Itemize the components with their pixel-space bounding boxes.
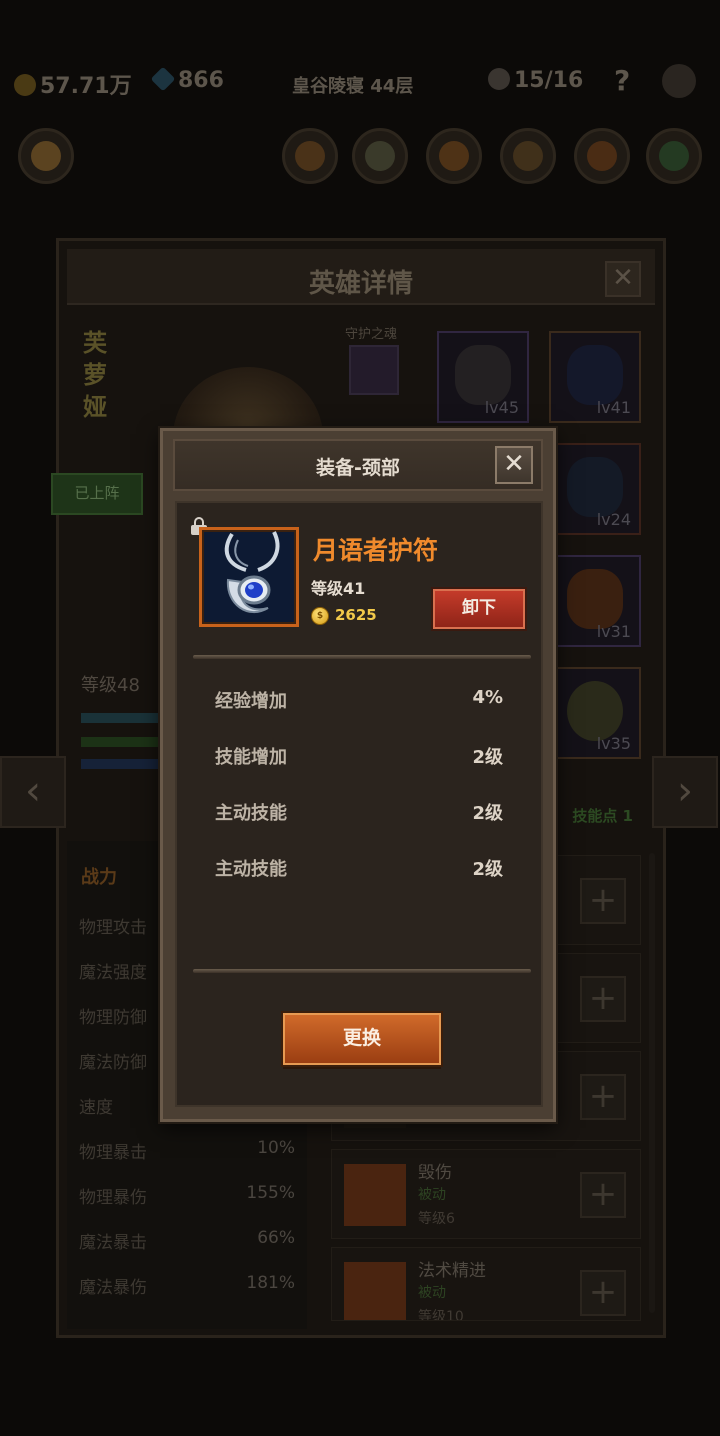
skill-level: 等级6 — [418, 1211, 455, 1227]
skills-scrollbar[interactable] — [649, 853, 655, 1313]
settings-icon[interactable] — [662, 64, 700, 101]
equip-level: lv45 — [484, 398, 519, 417]
dialog-close-button[interactable]: ✕ — [495, 446, 533, 484]
mana-bar — [81, 759, 161, 769]
hero-slot[interactable] — [646, 128, 702, 184]
item-level: 等级41 — [311, 579, 366, 598]
hero-level: 等级48 — [81, 675, 140, 696]
hero-detail-title: 英雄详情 — [308, 269, 413, 299]
hero-detail-close-button[interactable]: ✕ — [605, 261, 641, 297]
guardian-soul-icon[interactable] — [349, 345, 399, 395]
helmet-icon — [455, 345, 511, 405]
stat-row: 物理暴击 10% — [79, 1138, 295, 1163]
ring-icon — [567, 569, 623, 629]
hp-bar — [81, 713, 161, 723]
hero-slot[interactable] — [18, 128, 74, 184]
xp-bar — [81, 737, 161, 747]
stat-row: 物理暴伤 155% — [79, 1183, 295, 1208]
destruction-skill-icon — [344, 1164, 406, 1226]
hero-portrait-row — [0, 128, 720, 198]
hero-slot[interactable] — [426, 128, 482, 184]
skill-points-label: 技能点 1 — [572, 807, 633, 825]
stat-row: 魔法暴击 66% — [79, 1228, 295, 1253]
gem-icon — [150, 66, 176, 92]
attribute-value: 2级 — [472, 859, 503, 880]
equipment-neck-dialog: 装备-颈部 ✕ 月语者护符 等级41 $ 2625 卸下 经验增加 4% 技能增… — [160, 428, 556, 1122]
attribute-label: 技能增加 — [215, 747, 287, 768]
combat-power-label: 战力 — [81, 867, 117, 888]
equip-level: lv35 — [596, 734, 631, 753]
deployed-badge: 已上阵 — [51, 473, 143, 515]
spell-mastery-skill-icon — [344, 1262, 406, 1320]
hero-slot[interactable] — [574, 128, 630, 184]
unequip-button[interactable]: 卸下 — [433, 589, 525, 629]
skill-type: 被动 — [418, 1187, 446, 1203]
equip-slot-body[interactable]: lv24 — [549, 443, 641, 535]
dungeon-floor-label: 皇谷陵寝 44层 — [292, 76, 414, 97]
hero-slot[interactable] — [282, 128, 338, 184]
attribute-row: 主动技能 2级 — [215, 799, 503, 827]
equip-slot-ring[interactable]: lv31 — [549, 555, 641, 647]
stat-row: 魔法暴伤 181% — [79, 1273, 295, 1298]
skill-upgrade-button[interactable]: + — [580, 1172, 626, 1218]
equip-level: lv41 — [596, 398, 631, 417]
skill-upgrade-button[interactable]: + — [580, 1074, 626, 1120]
help-button[interactable]: ? — [614, 64, 630, 97]
moon-amulet-icon — [199, 527, 299, 627]
skill-upgrade-button[interactable]: + — [580, 1270, 626, 1316]
dialog-title: 装备-颈部 — [316, 457, 400, 479]
divider — [193, 969, 531, 973]
guardian-soul-label: 守护之魂 — [345, 327, 398, 342]
equip-level: lv31 — [596, 622, 631, 641]
skill-name: 毁伤 — [418, 1163, 452, 1183]
gold-coin-icon — [14, 74, 36, 96]
attribute-value: 2级 — [472, 747, 503, 768]
attribute-row: 技能增加 2级 — [215, 743, 503, 771]
dialog-body: 月语者护符 等级41 $ 2625 卸下 经验增加 4% 技能增加 2级 主动技… — [175, 501, 543, 1107]
equip-level: lv24 — [596, 510, 631, 529]
skill-level: 等级10 — [418, 1309, 464, 1321]
item-sell-price: 2625 — [335, 606, 377, 624]
skill-row[interactable]: 毁伤 被动 等级6 + — [331, 1149, 641, 1239]
gold-counter: 57.71万 — [14, 68, 132, 100]
amulet-icon — [567, 345, 623, 405]
skill-upgrade-button[interactable]: + — [580, 976, 626, 1022]
prev-hero-button[interactable]: ‹ — [0, 756, 66, 828]
skill-type: 被动 — [418, 1285, 446, 1301]
top-resource-bar: 57.71万 866 皇谷陵寝 44层 15/16 ? — [0, 62, 720, 102]
hero-slot[interactable] — [500, 128, 556, 184]
attribute-label: 主动技能 — [215, 803, 287, 824]
attribute-value: 4% — [472, 687, 503, 708]
skull-counter: 15/16 — [488, 68, 583, 93]
equip-slot-head[interactable]: lv45 — [437, 331, 529, 423]
hero-name: 芙萝娅 — [83, 329, 107, 421]
attribute-label: 主动技能 — [215, 859, 287, 880]
armor-icon — [567, 457, 623, 517]
skill-name: 法术精进 — [418, 1261, 486, 1281]
dialog-header: 装备-颈部 ✕ — [173, 439, 543, 491]
divider — [193, 655, 531, 659]
item-name: 月语者护符 — [313, 536, 439, 565]
shield-icon — [567, 681, 623, 741]
skill-row[interactable]: 法术精进 被动 等级10 + — [331, 1247, 641, 1321]
next-hero-button[interactable]: › — [652, 756, 718, 828]
hero-detail-header: 英雄详情 ✕ — [67, 249, 655, 305]
gem-counter: 866 — [150, 66, 224, 93]
skill-upgrade-button[interactable]: + — [580, 878, 626, 924]
attribute-row: 经验增加 4% — [215, 687, 503, 715]
skull-icon — [488, 68, 510, 90]
equip-slot-offhand[interactable]: lv35 — [549, 667, 641, 759]
attribute-label: 经验增加 — [215, 691, 287, 712]
equip-slot-neck[interactable]: lv41 — [549, 331, 641, 423]
hero-slot[interactable] — [352, 128, 408, 184]
attribute-value: 2级 — [472, 803, 503, 824]
attribute-row: 主动技能 2级 — [215, 855, 503, 883]
coin-icon: $ — [311, 607, 329, 625]
replace-button[interactable]: 更换 — [283, 1013, 441, 1065]
